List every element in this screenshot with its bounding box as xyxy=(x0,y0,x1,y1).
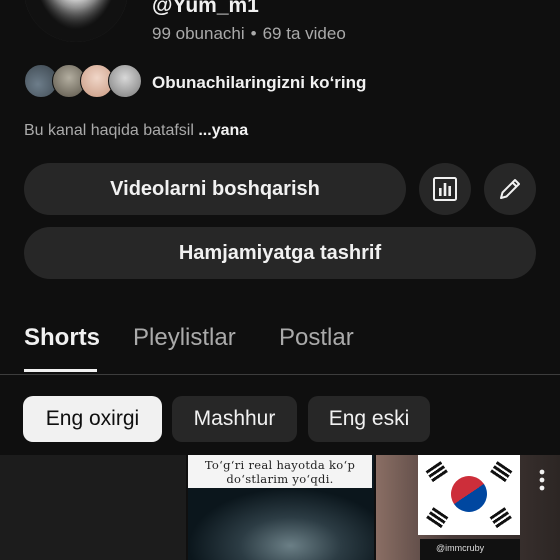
video-count: 69 ta video xyxy=(262,24,346,43)
tab-shorts[interactable]: Shorts xyxy=(24,324,100,352)
subscriber-avatars[interactable] xyxy=(24,64,142,100)
tab-posts[interactable]: Postlar xyxy=(279,324,354,352)
subscriber-avatar xyxy=(108,64,142,98)
active-tab-indicator xyxy=(24,369,97,372)
pencil-icon xyxy=(500,179,520,199)
analytics-button[interactable] xyxy=(419,163,471,215)
visit-community-button[interactable]: Hamjamiyatga tashrif xyxy=(24,227,536,279)
channel-meta: 99 obunachi • 69 ta video xyxy=(152,24,346,44)
channel-about[interactable]: Bu kanal haqida batafsil ...yana xyxy=(24,122,248,140)
about-text: Bu kanal haqida batafsil xyxy=(24,122,194,139)
thumbnail-image xyxy=(188,488,374,560)
filter-latest-chip[interactable]: Eng oxirgi xyxy=(23,396,162,442)
short-thumbnail[interactable]: To‘g‘ri real hayotda ko‘p do‘stlarim yo‘… xyxy=(188,455,374,560)
analytics-icon xyxy=(433,177,457,201)
thumbnail-watermark: @immcruby xyxy=(436,543,485,553)
view-subscribers-link[interactable]: Obunachilaringizni ko‘ring xyxy=(152,73,366,93)
channel-avatar[interactable] xyxy=(24,0,128,42)
subscriber-count: 99 obunachi xyxy=(152,24,245,43)
korean-flag-image xyxy=(418,455,520,535)
channel-tabs: Shorts Pleylistlar Postlar xyxy=(0,318,560,375)
channel-handle: @Yum_m1 xyxy=(152,0,259,17)
meta-separator: • xyxy=(250,24,257,43)
filter-popular-chip[interactable]: Mashhur xyxy=(172,396,297,442)
more-options-icon[interactable] xyxy=(532,467,552,493)
tab-playlists[interactable]: Pleylistlar xyxy=(133,324,236,352)
filter-oldest-chip[interactable]: Eng eski xyxy=(308,396,430,442)
thumbnail-caption: To‘g‘ri real hayotda ko‘p do‘stlarim yo‘… xyxy=(188,455,372,488)
manage-videos-button[interactable]: Videolarni boshqarish xyxy=(24,163,406,215)
edit-channel-button[interactable] xyxy=(484,163,536,215)
short-thumbnail[interactable] xyxy=(0,455,186,560)
about-more[interactable]: ...yana xyxy=(198,122,248,139)
short-thumbnail[interactable]: @immcruby xyxy=(376,455,560,560)
